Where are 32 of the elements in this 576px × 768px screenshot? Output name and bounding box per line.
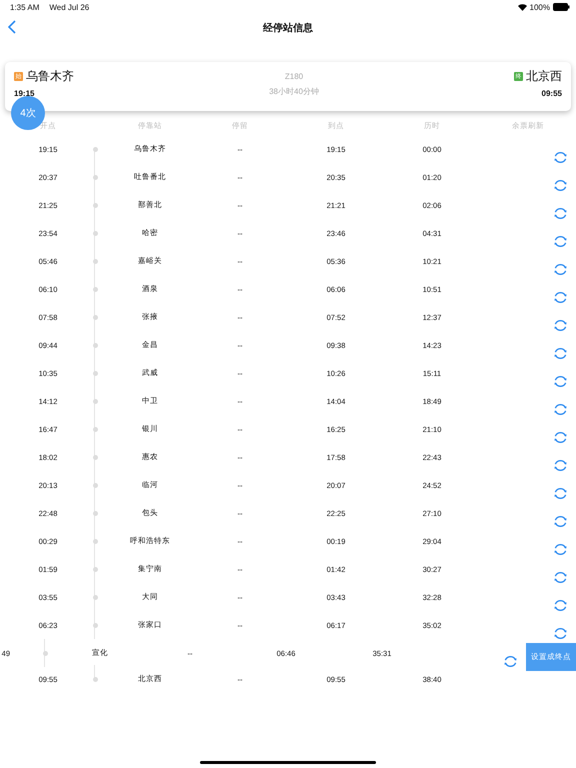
refresh-icon[interactable] — [553, 486, 568, 501]
refresh-icon[interactable] — [553, 514, 568, 529]
refresh-icon[interactable] — [553, 234, 568, 249]
status-date: Wed Jul 26 — [49, 2, 90, 12]
wifi-icon — [518, 4, 527, 10]
status-time: 1:35 AM — [10, 2, 40, 12]
refresh-icon[interactable] — [553, 206, 568, 221]
origin-station: 乌鲁木齐 — [26, 68, 74, 85]
refresh-icon[interactable] — [553, 542, 568, 557]
refresh-icon[interactable] — [553, 570, 568, 585]
refresh-icon[interactable] — [553, 374, 568, 389]
travel-duration: 38小时40分钟 — [269, 86, 319, 97]
battery-percent: 100% — [530, 2, 550, 12]
nav-title: 经停站信息 — [263, 22, 313, 35]
refresh-icon[interactable] — [553, 290, 568, 305]
refresh-icon[interactable] — [553, 318, 568, 333]
back-button[interactable] — [6, 20, 18, 36]
destination-station: 北京西 — [526, 68, 562, 85]
depart-time: 19:15 — [14, 89, 36, 98]
refresh-icon[interactable] — [553, 402, 568, 417]
refresh-icon[interactable] — [553, 178, 568, 193]
refresh-icon[interactable] — [553, 598, 568, 613]
refresh-icon[interactable] — [553, 458, 568, 473]
refresh-icon[interactable] — [553, 430, 568, 445]
refresh-icon[interactable] — [553, 262, 568, 277]
refresh-icon[interactable] — [553, 346, 568, 361]
train-number: Z180 — [284, 72, 304, 81]
battery-icon — [553, 3, 570, 11]
arrive-time: 09:55 — [542, 89, 562, 98]
refresh-icon[interactable] — [553, 626, 568, 641]
refresh-icon[interactable] — [553, 150, 568, 165]
refresh-icon[interactable] — [503, 654, 518, 669]
